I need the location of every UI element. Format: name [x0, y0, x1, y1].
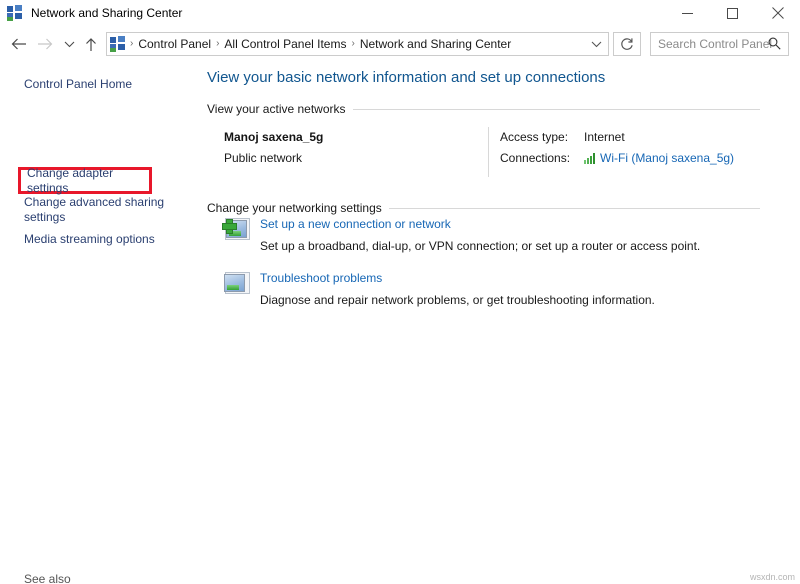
breadcrumb-separator: ›: [130, 38, 134, 49]
section-heading: Change your networking settings: [207, 201, 382, 215]
section-divider: [352, 108, 760, 110]
minimize-button[interactable]: [665, 0, 710, 26]
vertical-divider: [488, 127, 489, 177]
set-up-new-connection-description: Set up a broadband, dial-up, or VPN conn…: [260, 239, 701, 253]
network-sharing-center-window: Network and Sharing Center › Control Pan…: [0, 0, 800, 584]
sidebar-item-change-adapter-settings-highlight: Change adapter settings: [18, 166, 152, 196]
section-change-networking-settings: Change your networking settings: [207, 201, 760, 215]
sidebar-item-change-advanced-sharing-settings[interactable]: Change advanced sharing settings: [0, 195, 170, 225]
section-divider: [388, 207, 760, 209]
up-arrow-icon[interactable]: [80, 29, 102, 59]
breadcrumb-control-panel[interactable]: Control Panel: [135, 33, 214, 55]
search-icon[interactable]: [768, 37, 781, 55]
address-bar[interactable]: › Control Panel › All Control Panel Item…: [106, 32, 609, 56]
sidebar-item-media-streaming-options[interactable]: Media streaming options: [0, 232, 155, 247]
navigation-bar: › Control Panel › All Control Panel Item…: [0, 26, 800, 62]
address-bar-network-icon: [110, 36, 126, 52]
new-connection-icon: [222, 218, 250, 244]
search-input[interactable]: Search Control Panel: [658, 37, 772, 51]
section-heading: View your active networks: [207, 102, 346, 116]
breadcrumb-network-and-sharing-center[interactable]: Network and Sharing Center: [357, 33, 514, 55]
breadcrumb-separator: ›: [351, 38, 355, 49]
refresh-button[interactable]: [613, 32, 641, 56]
connections-value-row: Wi-Fi (Manoj saxena_5g): [584, 151, 734, 165]
page-title: View your basic network information and …: [207, 69, 606, 86]
troubleshoot-problems-description: Diagnose and repair network problems, or…: [260, 293, 655, 307]
close-button[interactable]: [755, 0, 800, 26]
window-controls: [665, 0, 800, 26]
active-network-row: Manoj saxena_5g Public network Access ty…: [224, 127, 774, 177]
troubleshoot-icon: [222, 272, 250, 298]
network-name: Manoj saxena_5g: [224, 130, 324, 144]
recent-locations-chevron-icon[interactable]: [58, 29, 80, 59]
maximize-button[interactable]: [710, 0, 755, 26]
access-type-label: Access type:: [500, 130, 569, 144]
breadcrumb-all-control-panel-items[interactable]: All Control Panel Items: [221, 33, 349, 55]
forward-arrow-icon[interactable]: [32, 29, 58, 59]
breadcrumb-separator: ›: [216, 38, 220, 49]
network-profile-type: Public network: [224, 151, 303, 165]
wifi-signal-bars-icon: [584, 152, 595, 164]
section-view-active-networks: View your active networks: [207, 102, 760, 116]
sidebar-item-control-panel-home[interactable]: Control Panel Home: [0, 77, 132, 92]
chevron-down-icon[interactable]: [591, 33, 602, 55]
sidebar-item-change-adapter-settings[interactable]: Change adapter settings: [21, 166, 149, 196]
main-content: View your basic network information and …: [196, 62, 800, 584]
connections-label: Connections:: [500, 151, 571, 165]
title-bar: Network and Sharing Center: [0, 0, 800, 26]
window-title: Network and Sharing Center: [31, 6, 183, 20]
back-arrow-icon[interactable]: [6, 29, 32, 59]
watermark: wsxdn.com: [749, 572, 795, 582]
left-navigation-pane: Control Panel Home Change adapter settin…: [0, 62, 196, 584]
access-type-value: Internet: [584, 130, 625, 144]
set-up-new-connection-link[interactable]: Set up a new connection or network: [260, 217, 451, 231]
search-control-panel-box[interactable]: Search Control Panel: [650, 32, 789, 56]
troubleshoot-problems-link[interactable]: Troubleshoot problems: [260, 271, 382, 285]
wifi-connection-link[interactable]: Wi-Fi (Manoj saxena_5g): [600, 151, 734, 165]
network-sharing-icon: [7, 5, 23, 21]
see-also-heading: See also: [24, 572, 71, 584]
